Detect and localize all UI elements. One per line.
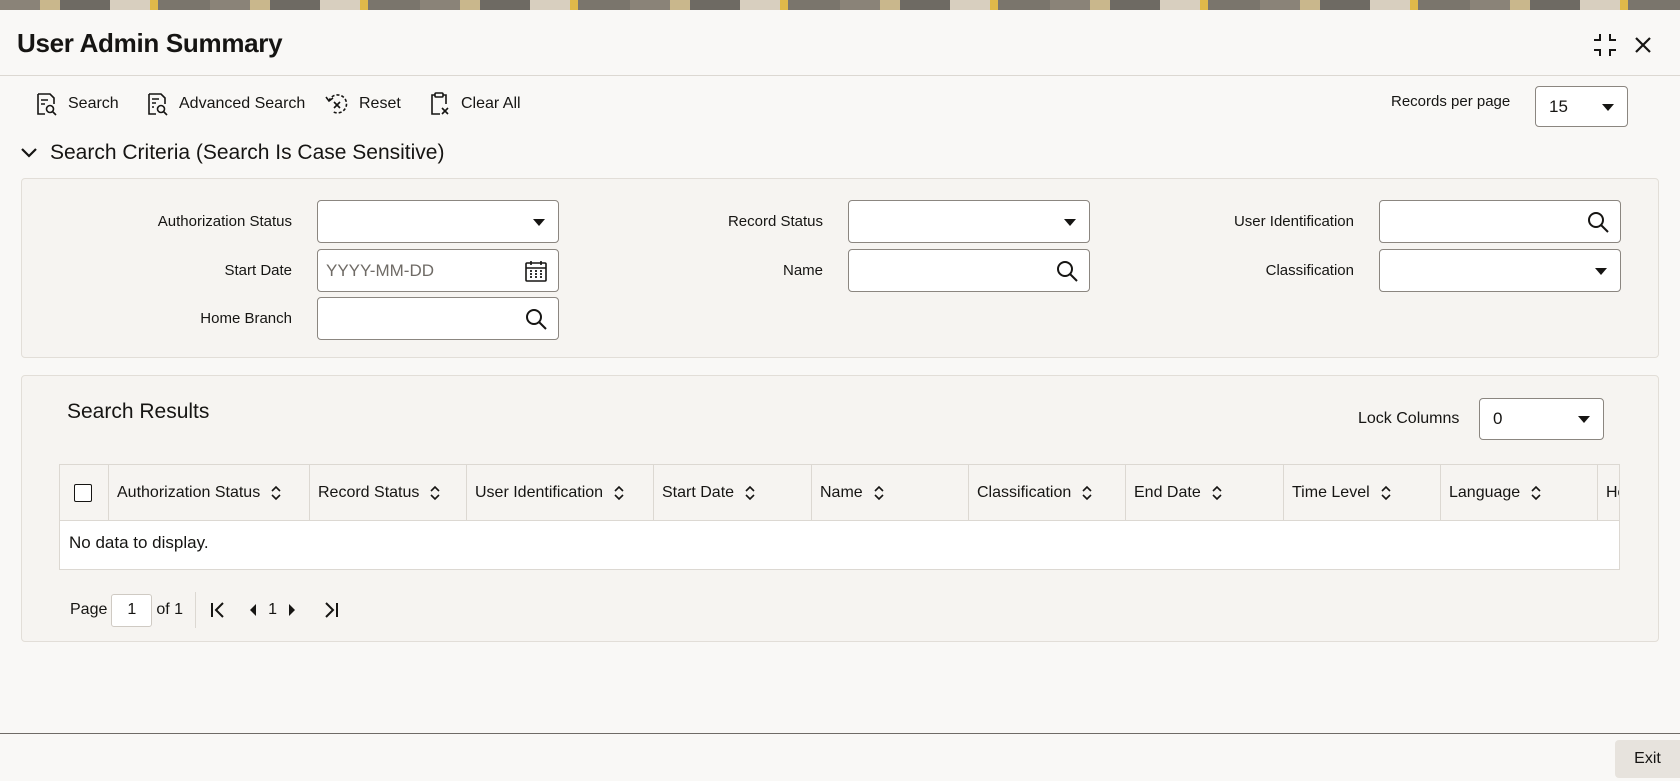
current-page-number: 1 (268, 601, 277, 618)
classification-select[interactable] (1379, 249, 1621, 292)
authorization-status-select[interactable] (317, 200, 559, 243)
clear-all-button[interactable]: Clear All (426, 88, 521, 120)
record-status-select[interactable] (848, 200, 1090, 243)
column-header-user-identification[interactable]: User Identification (467, 465, 654, 521)
page-header: User Admin Summary (0, 10, 1680, 76)
toolbar: Search Advanced Search Reset Clear All R… (0, 76, 1680, 130)
sort-icon (1212, 485, 1222, 501)
sort-icon (1381, 485, 1391, 501)
page-title: User Admin Summary (17, 28, 283, 58)
next-page-icon[interactable] (285, 603, 299, 617)
maximize-icon[interactable] (1590, 30, 1620, 60)
chevron-down-icon (1064, 218, 1076, 226)
search-criteria-title: Search Criteria (Search Is Case Sensitiv… (50, 141, 445, 164)
footer-bar: Exit (0, 733, 1680, 781)
lock-columns-select[interactable]: 0 (1479, 398, 1604, 440)
chevron-down-icon (1602, 103, 1614, 111)
classification-label: Classification (1265, 262, 1354, 279)
name-input[interactable] (848, 249, 1090, 292)
reset-icon (325, 94, 348, 114)
chevron-down-icon (1578, 416, 1590, 423)
search-icon[interactable] (524, 307, 548, 331)
page-count-label: of 1 (156, 601, 184, 618)
records-per-page-label: Records per page (1391, 93, 1511, 110)
results-table: Authorization Status Record Status User … (59, 464, 1620, 570)
select-all-column (60, 465, 109, 521)
name-label: Name (782, 262, 823, 279)
sort-icon (430, 485, 440, 501)
chevron-down-icon (1595, 267, 1607, 275)
authorization-status-label: Authorization Status (157, 213, 292, 230)
sort-icon (614, 485, 624, 501)
sort-icon (1082, 485, 1092, 501)
record-status-label: Record Status (727, 213, 823, 230)
sort-icon (271, 485, 281, 501)
column-header-time-level[interactable]: Time Level (1284, 465, 1441, 521)
home-branch-input[interactable] (317, 297, 559, 340)
empty-message: No data to display. (69, 533, 209, 552)
column-header-end-date[interactable]: End Date (1126, 465, 1284, 521)
column-header-start-date[interactable]: Start Date (654, 465, 812, 521)
first-page-icon[interactable] (208, 601, 228, 619)
pager-divider (195, 592, 197, 628)
column-header-home-branch[interactable]: Ho (1598, 465, 1619, 521)
search-criteria-toggle[interactable]: Search Criteria (Search Is Case Sensitiv… (20, 141, 444, 165)
previous-page-icon[interactable] (246, 603, 260, 617)
advanced-search-button[interactable]: Advanced Search (144, 88, 305, 120)
user-identification-label: User Identification (1233, 213, 1354, 230)
sort-icon (745, 485, 755, 501)
column-header-classification[interactable]: Classification (969, 465, 1126, 521)
pagination: Page 1 of 1 1 (70, 592, 341, 628)
search-doc-icon (37, 93, 57, 116)
user-identification-input[interactable] (1379, 200, 1621, 243)
table-header: Authorization Status Record Status User … (60, 465, 1619, 521)
clear-all-icon (431, 92, 449, 115)
records-per-page-select[interactable]: 15 (1535, 86, 1628, 127)
advanced-search-icon (148, 93, 168, 116)
search-button[interactable]: Search (33, 88, 119, 120)
header-banner (0, 0, 1680, 10)
start-date-label: Start Date (224, 262, 292, 279)
column-header-authorization-status[interactable]: Authorization Status (109, 465, 310, 521)
calendar-icon[interactable] (524, 259, 548, 283)
home-branch-label: Home Branch (200, 310, 292, 327)
chevron-down-icon (21, 148, 37, 158)
search-icon[interactable] (1586, 210, 1610, 234)
start-date-input[interactable]: YYYY-MM-DD (317, 249, 559, 292)
exit-button[interactable]: Exit (1615, 740, 1680, 778)
lock-columns-label: Lock Columns (1358, 410, 1460, 427)
search-results-title: Search Results (67, 400, 210, 423)
reset-button[interactable]: Reset (324, 88, 401, 120)
sort-icon (1531, 485, 1541, 501)
last-page-icon[interactable] (321, 601, 341, 619)
select-all-checkbox[interactable] (74, 484, 92, 502)
close-icon[interactable] (1628, 30, 1658, 60)
sort-icon (874, 485, 884, 501)
page-number-input[interactable]: 1 (111, 593, 153, 627)
column-header-record-status[interactable]: Record Status (310, 465, 467, 521)
chevron-down-icon (533, 218, 545, 226)
column-header-name[interactable]: Name (812, 465, 969, 521)
search-icon[interactable] (1055, 259, 1079, 283)
page-label: Page (70, 601, 108, 618)
column-header-language[interactable]: Language (1441, 465, 1598, 521)
